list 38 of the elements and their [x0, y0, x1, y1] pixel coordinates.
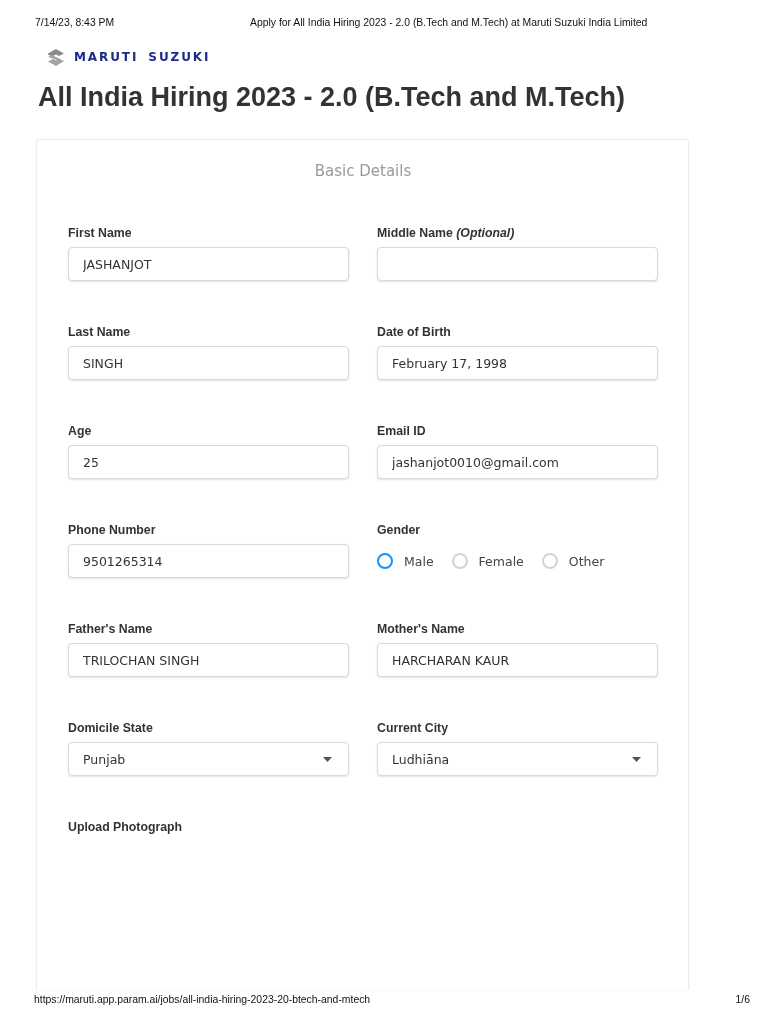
- field-label: Father's Name: [68, 621, 153, 637]
- print-title: Apply for All India Hiring 2023 - 2.0 (B.Tech and M.Tech) at Maruti Suzuki India Limited: [250, 17, 648, 29]
- text-input[interactable]: jashanjot0010@gmail.com: [377, 445, 658, 479]
- text-input[interactable]: 9501265314: [68, 544, 349, 578]
- radio-circle-icon[interactable]: [377, 553, 393, 569]
- field-label: First Name: [68, 225, 132, 241]
- field-label: Last Name: [68, 324, 131, 340]
- page-url: https://maruti.app.param.ai/jobs/all-india-hiring-2023-20-btech-and-mtech: [34, 994, 371, 1006]
- radio-option[interactable]: Male: [377, 553, 434, 569]
- text-input[interactable]: 25: [68, 445, 349, 479]
- field-label: Current City: [377, 720, 449, 736]
- field-label: Domicile State: [68, 720, 153, 736]
- field-label: Email ID: [377, 423, 426, 439]
- page-title: All India Hiring 2023 - 2.0 (B.Tech and M.Tech): [38, 81, 626, 113]
- text-input[interactable]: TRILOCHAN SINGH: [68, 643, 349, 677]
- text-input[interactable]: February 17, 1998: [377, 346, 658, 380]
- caret-icon: [323, 756, 332, 762]
- radio-option[interactable]: Female: [451, 553, 524, 569]
- field-label: Phone Number: [68, 522, 156, 538]
- field-label: Middle Name (Optional): [377, 225, 515, 241]
- field-label: Age: [68, 423, 92, 439]
- section-title: Basic Details: [314, 161, 412, 181]
- field-label: Gender: [377, 522, 421, 538]
- dropdown-field[interactable]: Ludhiāna: [377, 742, 658, 776]
- dropdown-field[interactable]: Punjab: [68, 742, 349, 776]
- field-label: Mother's Name: [377, 621, 465, 637]
- text-input[interactable]: JASHANJOT: [68, 247, 349, 281]
- print-date: 7/14/23, 8:43 PM: [35, 17, 116, 29]
- logo-icon: [47, 48, 65, 66]
- logo-wordmark: MARUTI SUZUKI: [74, 50, 211, 64]
- radio-option[interactable]: Other: [541, 553, 605, 569]
- text-input[interactable]: [377, 247, 658, 281]
- caret-icon: [632, 756, 641, 762]
- field-label: Upload Photograph: [68, 819, 183, 835]
- field-label: Date of Birth: [377, 324, 451, 340]
- text-input[interactable]: HARCHARAN KAUR: [377, 643, 658, 677]
- text-input[interactable]: SINGH: [68, 346, 349, 380]
- page-number: 1/6: [735, 994, 750, 1006]
